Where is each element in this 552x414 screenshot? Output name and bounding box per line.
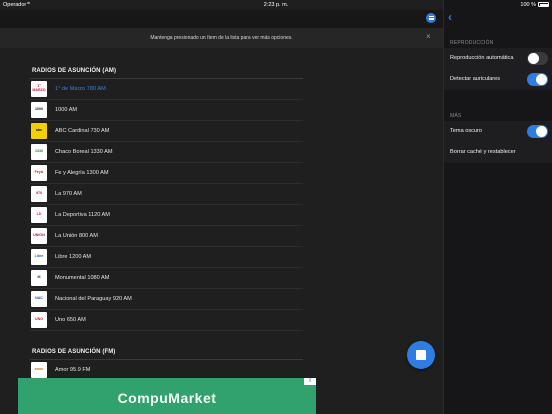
station-list[interactable]: RADIOS DE ASUNCIÓN (AM) 1° MARZO 1° de Mar…	[0, 48, 443, 414]
station-logo: 1° MARZO	[31, 81, 47, 97]
station-row[interactable]: UNION La Unión 800 AM	[30, 226, 303, 247]
station-name: 1° de Marzo 780 AM	[55, 86, 106, 92]
station-name: La Unión 800 AM	[55, 233, 98, 239]
station-logo: 1000	[31, 102, 47, 118]
station-logo: amor	[31, 362, 47, 378]
station-name: 1000 AM	[55, 107, 78, 113]
clock: 2:23 p. m.	[263, 2, 289, 8]
settings-row-label: Borrar caché y restablecer	[450, 149, 516, 155]
hint-banner: Mantenga presionado un ítem de la lista …	[0, 28, 443, 48]
station-row[interactable]: NAC Nacional del Paraguay 920 AM	[30, 289, 303, 310]
toggle-switch[interactable]	[527, 52, 548, 65]
settings-section-header: MÁS	[450, 113, 462, 119]
station-row[interactable]: 1330 Chaco Boreal 1330 AM	[30, 142, 303, 163]
top-bar	[0, 10, 443, 28]
station-name: La Deportiva 1120 AM	[55, 212, 110, 218]
station-name: Fe y Alegría 1300 AM	[55, 170, 109, 176]
station-row[interactable]: 1000 1000 AM	[30, 100, 303, 121]
station-name: Uno 650 AM	[55, 317, 86, 323]
station-row[interactable]: LD La Deportiva 1120 AM	[30, 205, 303, 226]
battery-percent: 100 %	[520, 2, 536, 8]
back-chevron-icon[interactable]: ‹	[448, 10, 460, 24]
ad-close-button[interactable]: X	[304, 378, 316, 385]
station-name: Chaco Boreal 1330 AM	[55, 149, 113, 155]
ad-banner[interactable]: CompuMarket X	[18, 378, 316, 414]
settings-row[interactable]: Borrar caché y restablecer	[444, 142, 552, 163]
station-row[interactable]: 970 La 970 AM	[30, 184, 303, 205]
station-logo: FeyA	[31, 165, 47, 181]
close-icon[interactable]: ×	[426, 33, 431, 41]
settings-section-header: REPRODUCCIÓN	[450, 40, 494, 46]
settings-panel: ‹ REPRODUCCIÓN Reproducción automática Det…	[443, 0, 552, 414]
station-name: Libre 1200 AM	[55, 254, 92, 260]
status-bar: Operador ≈ 2:23 p. m. 100 %	[0, 0, 552, 10]
station-logo: NAC	[31, 291, 47, 307]
station-logo: UNO	[31, 312, 47, 328]
station-row[interactable]: 1° MARZO 1° de Marzo 780 AM	[30, 79, 303, 100]
section-title: RADIOS DE ASUNCIÓN (AM)	[32, 68, 117, 74]
station-logo: Libre	[31, 249, 47, 265]
toggle-switch[interactable]	[527, 125, 548, 138]
settings-row[interactable]: Detectar auriculares	[444, 69, 552, 90]
station-row[interactable]: Libre Libre 1200 AM	[30, 247, 303, 268]
station-logo: LD	[31, 207, 47, 223]
station-logo: M	[31, 270, 47, 286]
station-name: ABC Cardinal 730 AM	[55, 128, 110, 134]
station-row[interactable]: abc ABC Cardinal 730 AM	[30, 121, 303, 142]
toggle-switch[interactable]	[527, 73, 548, 86]
station-logo: UNION	[31, 228, 47, 244]
station-name: Monumental 1080 AM	[55, 275, 110, 281]
settings-row-label: Tema oscuro	[450, 128, 483, 134]
main-pane: Mantenga presionado un ítem de la lista …	[0, 0, 443, 414]
station-name: Nacional del Paraguay 920 AM	[55, 296, 132, 302]
station-name: Amor 95.9 FM	[55, 367, 91, 373]
settings-row-label: Reproducción automática	[450, 55, 514, 61]
station-logo: 1330	[31, 144, 47, 160]
battery-icon	[538, 2, 549, 7]
station-logo: 970	[31, 186, 47, 202]
settings-row[interactable]: Tema oscuro	[444, 121, 552, 142]
settings-row-label: Detectar auriculares	[450, 76, 501, 82]
station-row[interactable]: M Monumental 1080 AM	[30, 268, 303, 289]
toggle-knob	[528, 53, 539, 64]
menu-icon	[428, 16, 434, 20]
hint-text: Mantenga presionado un ítem de la lista …	[150, 35, 293, 41]
station-row[interactable]: FeyA Fe y Alegría 1300 AM	[30, 163, 303, 184]
ad-text: CompuMarket	[117, 390, 217, 406]
station-logo: abc	[31, 123, 47, 139]
toggle-knob	[536, 74, 547, 85]
settings-row[interactable]: Reproducción automática	[444, 48, 552, 69]
station-row[interactable]: UNO Uno 650 AM	[30, 310, 303, 331]
menu-button[interactable]	[426, 13, 436, 23]
stop-button[interactable]	[407, 341, 435, 369]
station-name: La 970 AM	[55, 191, 82, 197]
stop-icon	[416, 350, 426, 360]
section-title: RADIOS DE ASUNCIÓN (FM)	[32, 349, 116, 355]
toggle-knob	[536, 126, 547, 137]
